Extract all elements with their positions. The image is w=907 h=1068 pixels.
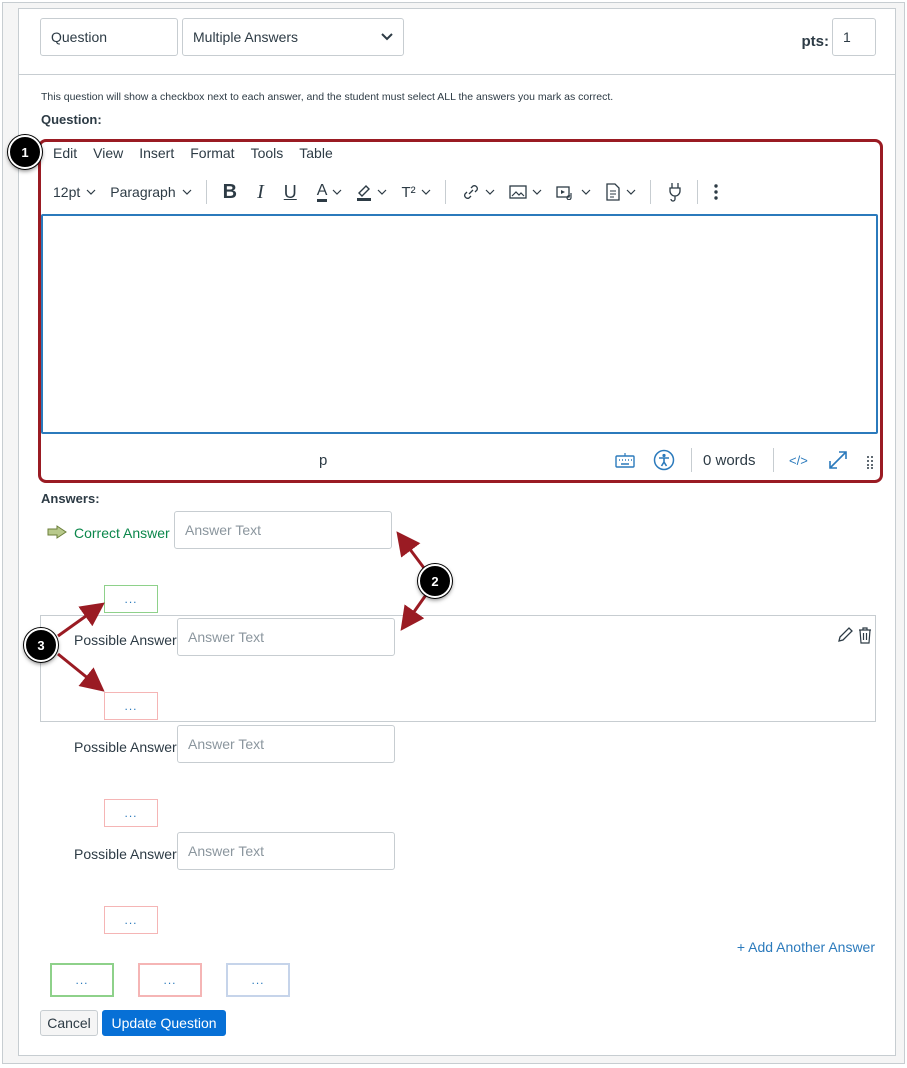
callout-badge-1: 1 [8, 135, 42, 169]
callout-arrows [57, 531, 430, 692]
callout-badge-3: 3 [24, 628, 58, 662]
callout-badge-2: 2 [418, 564, 452, 598]
